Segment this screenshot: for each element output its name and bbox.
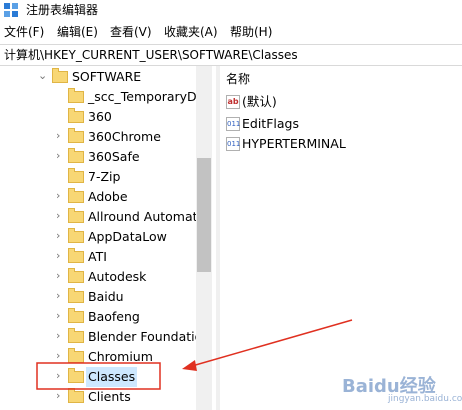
tree-item[interactable]: 7-Zip — [0, 167, 196, 187]
chevron-right-icon[interactable]: › — [56, 230, 64, 241]
tree-item[interactable]: › Baidu — [0, 287, 196, 307]
menu-file[interactable]: 文件(F) — [4, 23, 44, 42]
folder-icon — [68, 328, 84, 343]
watermark-url: jingyan.baidu.com — [388, 394, 462, 404]
tree-item-label: ATI — [88, 249, 107, 264]
tree-item[interactable]: › Baofeng — [0, 307, 196, 327]
chevron-right-icon[interactable]: › — [56, 370, 64, 381]
tree-item-label: Classes — [86, 367, 138, 387]
address-path: 计算机\HKEY_CURRENT_USER\SOFTWARE\Classes — [4, 48, 298, 62]
tree-scrollbar-thumb[interactable] — [197, 158, 211, 272]
tree-item[interactable]: › Autodesk — [0, 267, 196, 287]
menu-edit[interactable]: 编辑(E) — [57, 23, 98, 42]
regedit-app-icon — [4, 3, 18, 17]
binary-value-icon: 011 — [226, 137, 240, 151]
chevron-down-icon[interactable]: ⌄ — [38, 70, 47, 81]
folder-icon — [68, 248, 84, 263]
folder-icon — [68, 108, 84, 123]
tree-item-label: 7-Zip — [88, 169, 121, 184]
folder-icon — [68, 288, 84, 303]
tree-item[interactable]: › Allround Automatio — [0, 207, 196, 227]
menu-view[interactable]: 查看(V) — [110, 23, 152, 42]
tree-item-label: Autodesk — [88, 269, 147, 284]
key-tree: ⌄ SOFTWARE _scc_TemporaryDa 360 › 360Chrome… — [0, 66, 212, 410]
folder-icon — [68, 188, 84, 203]
tree-item-label: _scc_TemporaryDa — [88, 89, 196, 104]
chevron-right-icon[interactable]: › — [56, 270, 64, 281]
value-row[interactable]: 011 HYPERTERMINAL — [226, 134, 456, 154]
chevron-right-icon[interactable]: › — [56, 250, 64, 261]
chevron-right-icon[interactable]: › — [56, 330, 64, 341]
folder-icon — [68, 88, 84, 103]
window-title: 注册表编辑器 — [26, 3, 99, 17]
tree-item-label: Adobe — [88, 189, 128, 204]
tree-item-label: 360Chrome — [88, 129, 161, 144]
value-row[interactable]: 011 EditFlags — [226, 114, 456, 134]
value-name: HYPERTERMINAL — [242, 136, 346, 151]
chevron-right-icon[interactable]: › — [56, 350, 64, 361]
folder-icon — [68, 228, 84, 243]
tree-item[interactable]: › Blender Foundation — [0, 327, 196, 347]
chevron-right-icon[interactable]: › — [56, 310, 64, 321]
chevron-right-icon[interactable]: › — [56, 290, 64, 301]
folder-icon — [52, 68, 68, 83]
tree-item[interactable]: › Clients — [0, 387, 196, 407]
tree-item-label: Blender Foundation — [88, 329, 196, 344]
tree-item-label: Baidu — [88, 289, 124, 304]
menu-help[interactable]: 帮助(H) — [230, 23, 272, 42]
tree-item-label: Clients — [88, 389, 131, 404]
string-value-icon: ab — [226, 95, 240, 109]
tree-item[interactable]: › 360Chrome — [0, 127, 196, 147]
tree-item[interactable]: › AppDataLow — [0, 227, 196, 247]
tree-item[interactable]: _scc_TemporaryDa — [0, 87, 196, 107]
folder-icon — [68, 148, 84, 163]
folder-icon — [68, 308, 84, 323]
tree-item-label: AppDataLow — [88, 229, 167, 244]
folder-icon — [68, 268, 84, 283]
menu-bar: 文件(F) 编辑(E) 查看(V) 收藏夹(A) 帮助(H) — [0, 23, 462, 42]
folder-icon — [68, 348, 84, 363]
chevron-right-icon[interactable]: › — [56, 190, 64, 201]
column-header-name[interactable]: 名称 — [226, 70, 250, 88]
folder-icon — [68, 368, 84, 383]
chevron-right-icon[interactable]: › — [56, 390, 64, 401]
chevron-right-icon[interactable]: › — [56, 150, 64, 161]
address-bar[interactable]: 计算机\HKEY_CURRENT_USER\SOFTWARE\Classes — [0, 44, 462, 66]
tree-item[interactable]: 360 — [0, 107, 196, 127]
tree-item[interactable]: › Chromium — [0, 347, 196, 367]
chevron-right-icon[interactable]: › — [56, 210, 64, 221]
folder-icon — [68, 128, 84, 143]
tree-item-label: Allround Automatio — [88, 209, 196, 224]
tree-item[interactable]: › ATI — [0, 247, 196, 267]
tree-item-label: Baofeng — [88, 309, 140, 324]
value-name: EditFlags — [242, 116, 299, 131]
tree-item[interactable]: › Adobe — [0, 187, 196, 207]
tree-item[interactable]: › 360Safe — [0, 147, 196, 167]
tree-item-label: Chromium — [88, 349, 153, 364]
menu-favorites[interactable]: 收藏夹(A) — [164, 23, 218, 42]
value-name: (默认) — [242, 94, 277, 109]
tree-item-label: 360 — [88, 109, 112, 124]
pane-splitter[interactable] — [216, 66, 220, 410]
folder-icon — [68, 208, 84, 223]
folder-icon — [68, 388, 84, 403]
tree-item[interactable]: › Classes — [0, 367, 196, 387]
title-bar: 注册表编辑器 — [0, 0, 462, 20]
value-row[interactable]: ab (默认) — [226, 92, 456, 112]
tree-item-software[interactable]: ⌄ SOFTWARE — [0, 67, 196, 87]
tree-item-label: 360Safe — [88, 149, 140, 164]
binary-value-icon: 011 — [226, 117, 240, 131]
tree-item-label: SOFTWARE — [72, 69, 142, 84]
chevron-right-icon[interactable]: › — [56, 130, 64, 141]
folder-icon — [68, 168, 84, 183]
